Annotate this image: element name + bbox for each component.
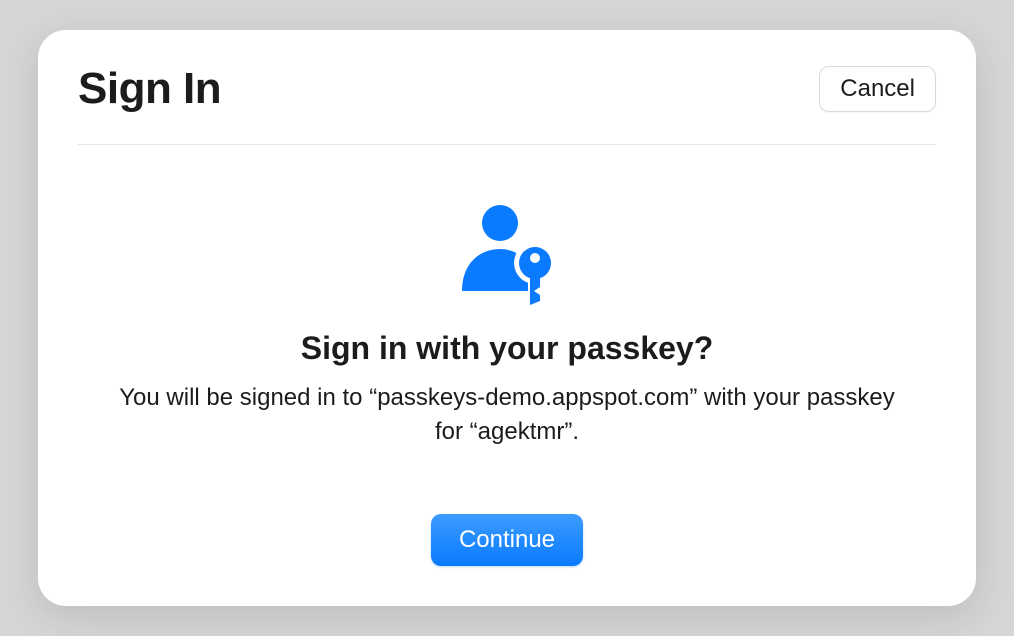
continue-button[interactable]: Continue: [431, 514, 583, 566]
dialog-body: Sign in with your passkey? You will be s…: [78, 145, 936, 566]
dialog-title: Sign In: [78, 64, 221, 114]
cancel-button[interactable]: Cancel: [819, 66, 936, 112]
sign-in-dialog: Sign In Cancel Sign in with your passkey…: [38, 30, 976, 606]
dialog-subtitle: Sign in with your passkey?: [301, 330, 714, 367]
dialog-description: You will be signed in to “passkeys-demo.…: [117, 381, 897, 448]
passkey-icon: [452, 201, 562, 310]
dialog-header: Sign In Cancel: [78, 64, 936, 145]
